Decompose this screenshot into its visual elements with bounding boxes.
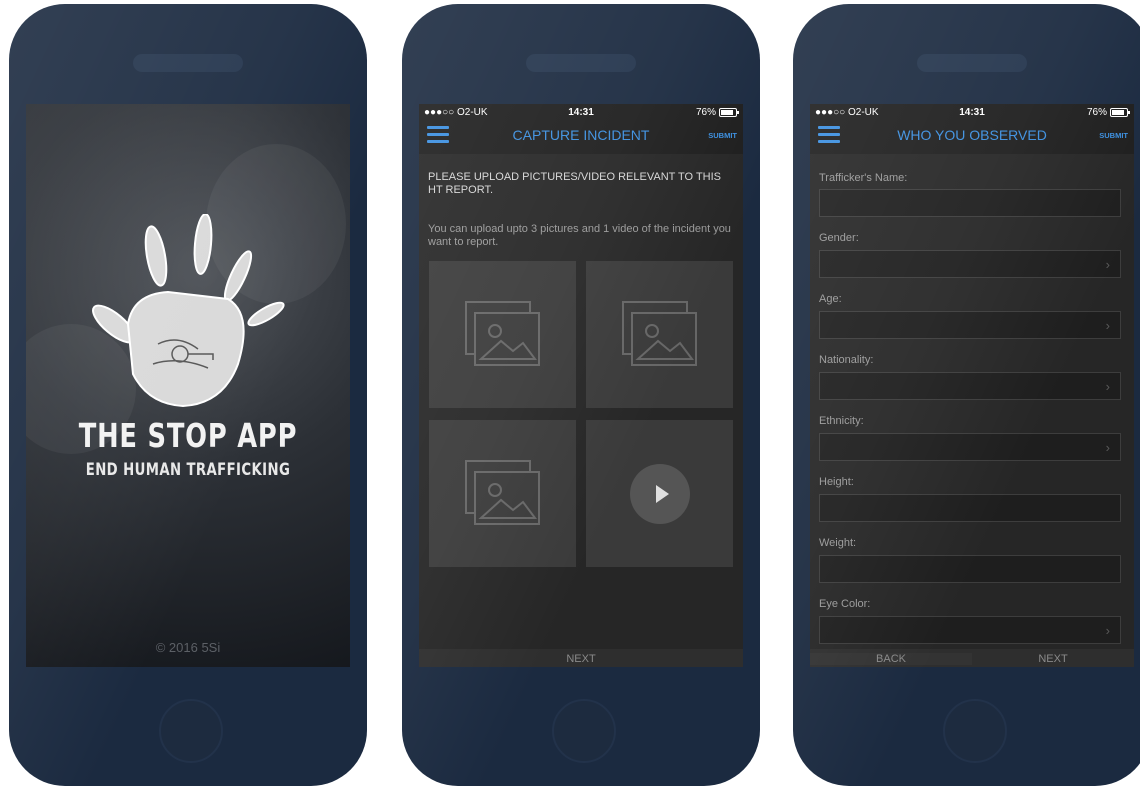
ethnicity-label: Ethnicity:	[819, 415, 864, 427]
video-play-icon	[630, 464, 690, 524]
gender-label: Gender:	[819, 232, 859, 244]
age-label: Age:	[819, 293, 842, 305]
age-select[interactable]: ›	[819, 311, 1121, 339]
nationality-label: Nationality:	[819, 354, 874, 366]
capture-screen: ●●●○○ O2-UK 14:31 76% CAPTURE INCIDENT S…	[419, 104, 743, 667]
submit-button[interactable]: SUBMIT	[1099, 131, 1128, 140]
page-title: WHO YOU OBSERVED	[897, 127, 1047, 143]
clock: 14:31	[568, 107, 594, 118]
nationality-select[interactable]: ›	[819, 372, 1121, 400]
trafficker-name-label: Trafficker's Name:	[819, 172, 908, 184]
chevron-right-icon: ›	[1105, 257, 1110, 272]
chevron-right-icon: ›	[1105, 379, 1110, 394]
handprint-icon	[92, 214, 285, 408]
photo-upload-tile-2[interactable]	[586, 261, 733, 408]
clock: 14:31	[959, 107, 985, 118]
nav-bar: WHO YOU OBSERVED SUBMIT	[810, 120, 1134, 154]
splash-screen: THE STOP APP END HUMAN TRAFFICKING © 201…	[26, 104, 350, 667]
eye-color-select[interactable]: ›	[819, 616, 1121, 644]
observed-form: Trafficker's Name: Gender: › Age: › Nati…	[810, 154, 1134, 649]
battery-percent: 76%	[695, 107, 716, 118]
image-upload-icon	[622, 301, 697, 366]
status-bar: ●●●○○ O2-UK 14:31 76%	[810, 104, 1134, 120]
battery-percent: 76%	[1086, 107, 1107, 118]
next-button[interactable]: NEXT	[419, 653, 743, 665]
app-title: THE STOP APP	[78, 416, 298, 455]
weight-label: Weight:	[819, 537, 857, 549]
photo-upload-tile-1[interactable]	[429, 261, 576, 408]
upload-instruction: PLEASE UPLOAD PICTURES/VIDEO RELEVANT TO…	[428, 171, 722, 196]
battery-icon	[1110, 108, 1130, 117]
observed-screen: ●●●○○ O2-UK 14:31 76% WHO YOU OBSERVED S…	[810, 104, 1134, 667]
next-button[interactable]: NEXT	[972, 653, 1134, 665]
chevron-right-icon: ›	[1105, 440, 1110, 455]
home-button[interactable]	[552, 699, 616, 763]
bottom-bar: BACK NEXT	[810, 649, 1134, 667]
home-button[interactable]	[159, 699, 223, 763]
height-input[interactable]	[819, 494, 1121, 522]
image-upload-icon	[465, 460, 540, 525]
app-subtitle: END HUMAN TRAFFICKING	[85, 460, 291, 480]
phone-capture: ●●●○○ O2-UK 14:31 76% CAPTURE INCIDENT S…	[402, 4, 760, 786]
capture-content: PLEASE UPLOAD PICTURES/VIDEO RELEVANT TO…	[419, 154, 743, 649]
status-bar: ●●●○○ O2-UK 14:31 76%	[419, 104, 743, 120]
copyright-text: © 2016 5Si	[155, 640, 221, 655]
image-upload-icon	[465, 301, 540, 366]
chevron-right-icon: ›	[1105, 318, 1110, 333]
speaker-grille	[133, 54, 243, 72]
submit-button[interactable]: SUBMIT	[708, 131, 737, 140]
home-button[interactable]	[943, 699, 1007, 763]
ethnicity-select[interactable]: ›	[819, 433, 1121, 461]
battery-indicator: 76%	[695, 107, 739, 118]
back-button[interactable]: BACK	[810, 653, 972, 665]
phone-splash: THE STOP APP END HUMAN TRAFFICKING © 201…	[9, 4, 367, 786]
upload-limits-text: You can upload upto 3 pictures and 1 vid…	[428, 223, 731, 248]
speaker-grille	[526, 54, 636, 72]
battery-icon	[719, 108, 739, 117]
eye-color-label: Eye Color:	[819, 598, 871, 610]
speaker-grille	[917, 54, 1027, 72]
page-title: CAPTURE INCIDENT	[512, 127, 650, 143]
nav-bar: CAPTURE INCIDENT SUBMIT	[419, 120, 743, 154]
battery-indicator: 76%	[1086, 107, 1130, 118]
bottom-bar: NEXT	[419, 649, 743, 667]
height-label: Height:	[819, 476, 854, 488]
trafficker-name-input[interactable]	[819, 189, 1121, 217]
gender-select[interactable]: ›	[819, 250, 1121, 278]
chevron-right-icon: ›	[1105, 623, 1110, 638]
photo-upload-tile-3[interactable]	[429, 420, 576, 567]
video-upload-tile[interactable]	[586, 420, 733, 567]
phone-observed: ●●●○○ O2-UK 14:31 76% WHO YOU OBSERVED S…	[793, 4, 1140, 786]
weight-input[interactable]	[819, 555, 1121, 583]
